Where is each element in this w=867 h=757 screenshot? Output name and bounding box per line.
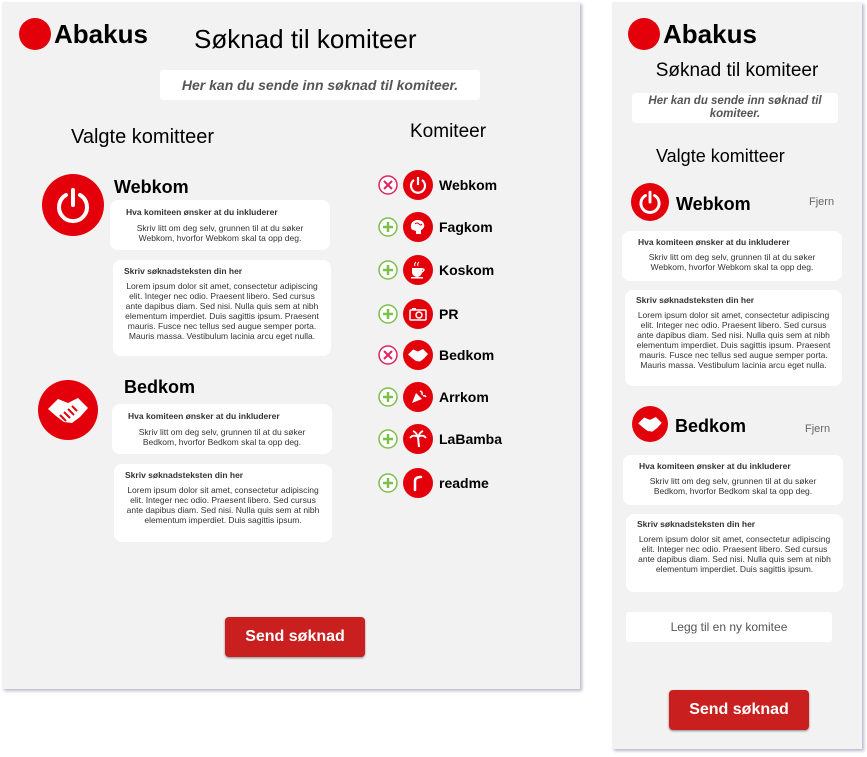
desktop-panel: Abakus Søknad til komiteer Her kan du se… [2,2,580,689]
abakus-logo[interactable]: Abakus [628,18,757,50]
add-icon[interactable] [378,260,398,280]
abakus-dot-icon [19,18,51,50]
webkom-power-icon [42,174,104,236]
handshake-icon [403,340,433,370]
include-text: Skriv litt om deg selv, grunnen til at d… [649,476,817,496]
committees-heading: Komiteer [410,121,487,142]
application-textarea[interactable]: Skriv søknadsteksten din her Lorem ipsum… [625,290,842,386]
include-text: Skriv litt om deg selv, grunnen til at d… [648,252,816,272]
application-heading: Skriv søknadsteksten din her [637,519,756,529]
webkom-power-icon [631,183,669,221]
application-textarea[interactable]: Skriv søknadsteksten din her Lorem ipsum… [113,260,331,356]
application-heading: Skriv søknadsteksten din her [124,266,243,276]
selected-committee-name: Webkom [114,177,189,197]
application-heading: Skriv søknadsteksten din her [125,470,244,480]
committee-item-koskom: Koskom [378,255,494,285]
selected-heading: Valgte komitteer [656,146,785,166]
add-icon[interactable] [378,429,398,449]
remove-link[interactable]: Fjern [805,423,830,435]
committee-item-arrkom: Arrkom [378,382,489,412]
application-heading: Skriv søknadsteksten din her [636,295,755,305]
brain-icon [403,212,433,242]
include-heading: Hva komiteen ønsker at du inkluderer [639,461,791,471]
committee-name[interactable]: readme [439,475,489,491]
application-text[interactable]: Lorem ipsum dolor sit amet, consectetur … [113,281,331,341]
page-subtitle: Her kan du sende inn søknad til komiteer… [160,70,480,100]
remove-icon[interactable] [378,175,398,195]
committee-name[interactable]: Bedkom [439,347,494,363]
include-card: Hva komiteen ønsker at du inkluderer Skr… [110,200,330,250]
include-heading: Hva komiteen ønsker at du inkluderer [128,411,280,421]
add-committee-input[interactable]: Legg til en ny komitee [626,612,832,642]
add-icon[interactable] [378,217,398,237]
committee-name[interactable]: LaBamba [439,431,502,447]
camera-icon [403,299,433,329]
application-text[interactable]: Lorem ipsum dolor sit amet, consectetur … [626,534,843,574]
include-card: Hva komiteen ønsker at du inkluderer Skr… [112,404,332,454]
bedkom-handshake-icon [632,406,668,442]
include-card: Hva komiteen ønsker at du inkluderer Skr… [622,231,842,281]
logo-text: Abakus [54,18,148,49]
application-textarea[interactable]: Skriv søknadsteksten din her Lorem ipsum… [114,464,332,542]
application-textarea[interactable]: Skriv søknadsteksten din her Lorem ipsum… [626,514,843,592]
power-icon [403,170,433,200]
readme-r-icon [403,468,433,498]
abakus-dot-icon [628,18,660,50]
committee-name[interactable]: Koskom [439,262,494,278]
committee-item-webkom: Webkom [378,170,497,200]
application-text[interactable]: Lorem ipsum dolor sit amet, consectetur … [625,310,842,370]
committee-name[interactable]: Arrkom [439,389,489,405]
committee-item-pr: PR [378,299,458,329]
add-icon[interactable] [378,473,398,493]
page-title: Søknad til komiteer [655,60,819,81]
include-heading: Hva komiteen ønsker at du inkluderer [638,237,790,247]
include-text: Skriv litt om deg selv, grunnen til at d… [138,427,306,447]
committee-name[interactable]: PR [439,306,458,322]
add-icon[interactable] [378,387,398,407]
mobile-panel: Abakus Søknad til komiteer Her kan du se… [612,2,862,749]
remove-link[interactable]: Fjern [809,196,834,208]
party-icon [403,382,433,412]
logo-text: Abakus [663,18,757,49]
committee-item-bedkom: Bedkom [378,340,494,370]
coffee-cup-icon [403,255,433,285]
add-icon[interactable] [378,304,398,324]
committee-name[interactable]: Fagkom [439,219,493,235]
page-subtitle: Her kan du sende inn søknad til komiteer… [632,93,838,123]
include-heading: Hva komiteen ønsker at du inkluderer [126,207,278,217]
committee-item-readme: readme [378,468,489,498]
application-text[interactable]: Lorem ipsum dolor sit amet, consectetur … [114,485,332,525]
palm-tree-icon [403,424,433,454]
selected-committee-name: Bedkom [675,416,747,436]
selected-heading: Valgte komitteer [71,126,215,148]
include-card: Hva komiteen ønsker at du inkluderer Skr… [623,455,843,505]
remove-icon[interactable] [378,345,398,365]
selected-committee-name: Webkom [676,194,751,214]
committee-name[interactable]: Webkom [439,177,497,193]
abakus-logo[interactable]: Abakus [19,18,148,50]
selected-committee-name: Bedkom [124,377,196,397]
bedkom-handshake-icon [38,380,98,440]
include-text: Skriv litt om deg selv, grunnen til at d… [136,223,304,243]
page-title: Søknad til komiteer [194,24,417,54]
send-application-button[interactable]: Send søknad [669,690,809,730]
committee-item-labamba: LaBamba [378,424,502,454]
send-application-button[interactable]: Send søknad [225,617,365,657]
committee-item-fagkom: Fagkom [378,212,493,242]
